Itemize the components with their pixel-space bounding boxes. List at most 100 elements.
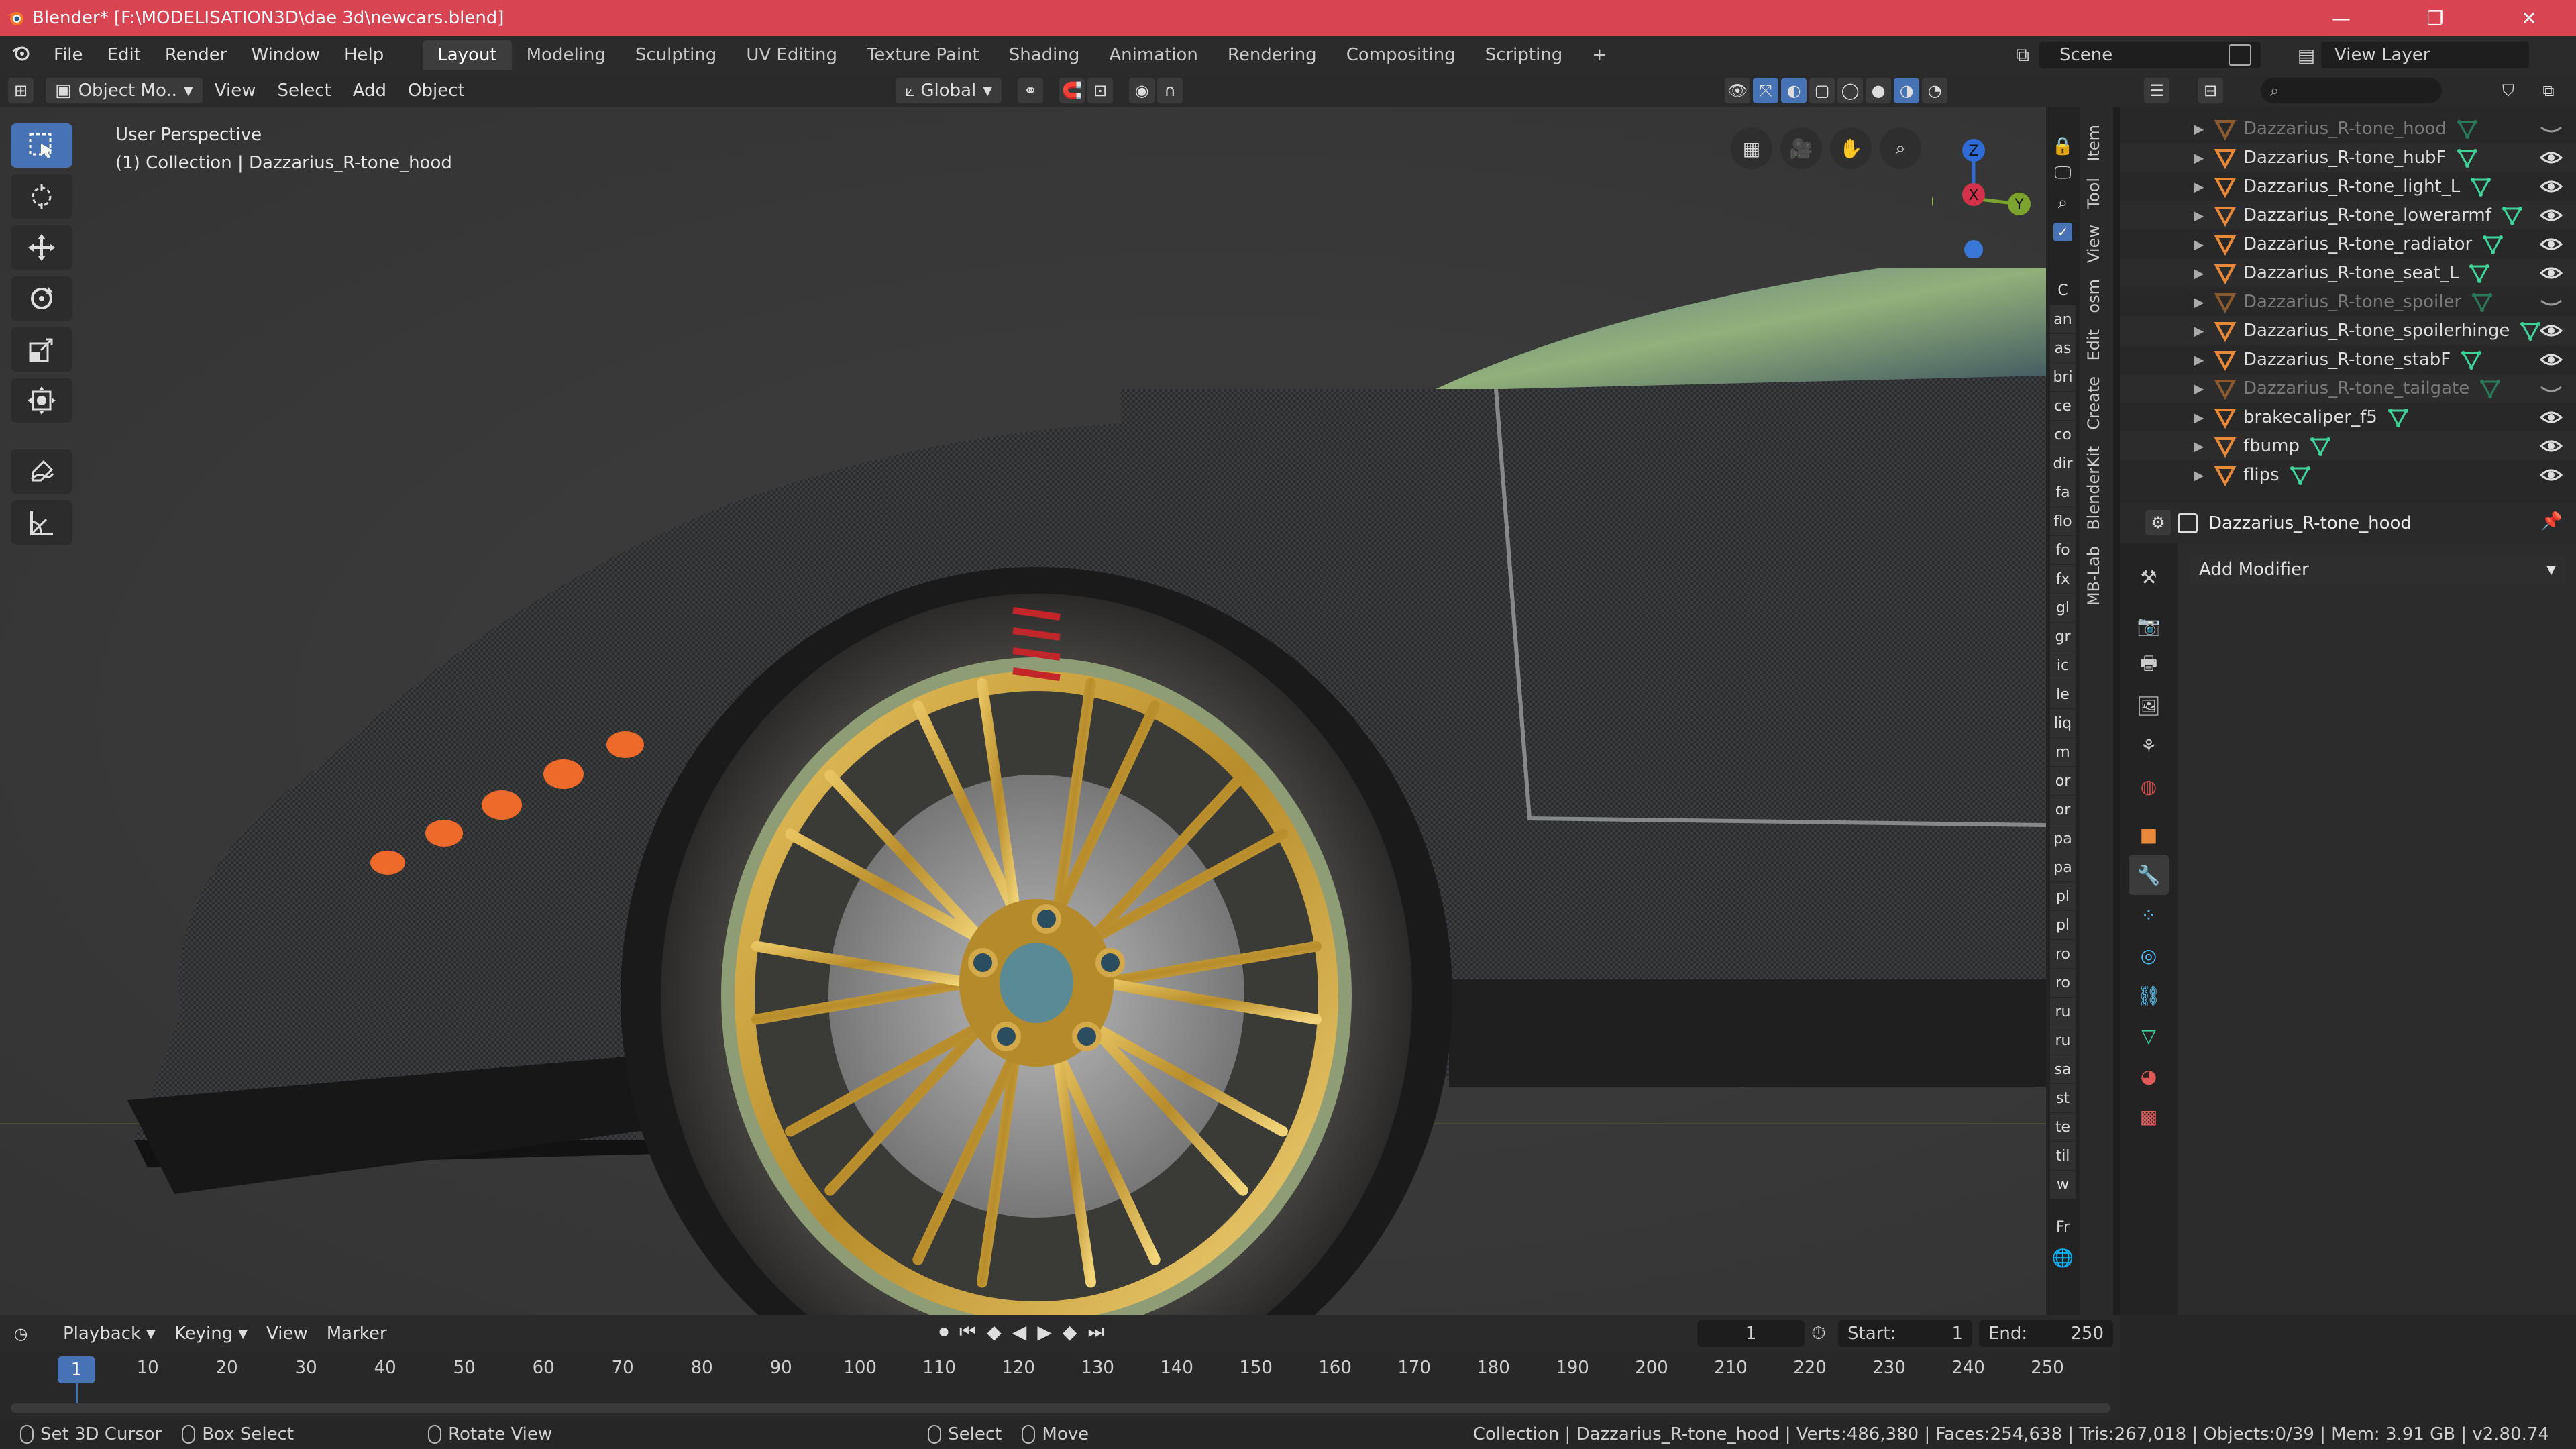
snap-target-icon[interactable]: ⊡ (1087, 78, 1114, 103)
mesh-data-icon[interactable] (2387, 407, 2408, 427)
visibility-icon[interactable]: 👁 (1725, 78, 1751, 103)
close-window-button[interactable]: ✕ (2482, 0, 2576, 36)
mesh-data-icon[interactable] (2290, 465, 2310, 485)
addon-checkbox[interactable]: ✓ (2046, 217, 2080, 247)
expand-arrow-icon[interactable]: ▶ (2194, 409, 2214, 425)
current-frame-field[interactable]: 1 (1697, 1320, 1805, 1347)
workspace-tab-modeling[interactable]: Modeling (512, 40, 621, 70)
sidebar-tab-view[interactable]: View (2084, 218, 2108, 270)
menu-help[interactable]: Help (332, 45, 396, 65)
eye-visible-icon[interactable] (2540, 352, 2563, 368)
transform-orientation-dropdown[interactable]: ⟀ Global ▼ (895, 78, 1002, 103)
3d-viewport[interactable]: User Perspective (1) Collection | Dazzar… (0, 107, 2046, 1315)
viewport-add-menu[interactable]: Add (343, 78, 396, 103)
view-layer-properties-tab[interactable]: 🖼 (2129, 686, 2169, 726)
sidebar-tab-item[interactable]: Item (2084, 118, 2108, 168)
expand-arrow-icon[interactable]: ▶ (2194, 294, 2214, 310)
scale-tool[interactable] (11, 327, 72, 372)
addon-shortcut-item[interactable]: fa (2050, 478, 2076, 507)
select-box-tool[interactable] (11, 123, 72, 168)
end-frame-field[interactable]: End: 250 (1979, 1320, 2113, 1347)
pin-icon[interactable]: 📌 (2541, 511, 2563, 531)
addon-shortcut-item[interactable]: an (2050, 305, 2076, 334)
addon-shortcut-item[interactable]: w (2050, 1171, 2076, 1199)
addon-footer[interactable]: Fr (2050, 1213, 2076, 1242)
eye-visible-icon[interactable] (2540, 150, 2563, 166)
addon-shortcut-item[interactable]: or (2050, 796, 2076, 824)
addon-shortcut-item[interactable]: gr (2050, 623, 2076, 651)
addon-shortcut-item[interactable]: pl (2050, 882, 2076, 911)
object-properties-tab[interactable]: ■ (2129, 814, 2169, 855)
mesh-data-icon[interactable] (2480, 378, 2501, 398)
workspace-tab-rendering[interactable]: Rendering (1213, 40, 1332, 70)
addon-shortcut-item[interactable]: ru (2050, 998, 2076, 1026)
timeline-ruler[interactable]: 1 10 20 30 40 50 60 70 80 90 100 110 120 130 140 150 160… (0, 1352, 2120, 1419)
addon-search-icon[interactable]: ⌕ (2046, 188, 2080, 217)
eye-hidden-icon[interactable] (2540, 121, 2563, 137)
rotate-tool[interactable] (11, 276, 72, 321)
navigation-gizmo[interactable]: Z Y X (1932, 123, 2039, 258)
menu-window[interactable]: Window (239, 45, 332, 65)
move-tool[interactable] (11, 225, 72, 270)
expand-arrow-icon[interactable]: ▶ (2194, 380, 2214, 396)
mesh-data-icon[interactable] (2457, 148, 2477, 168)
scene-selector-icon[interactable]: ⧉ (2009, 42, 2036, 68)
gizmo-toggle-icon[interactable]: ⤧ (1753, 78, 1779, 103)
outliner-row[interactable]: ▶ Dazzarius_R-tone_light_L (2120, 172, 2576, 201)
mesh-data-icon[interactable] (2457, 119, 2477, 139)
ortho-toggle-button[interactable]: ▦ (1731, 127, 1772, 169)
menu-file[interactable]: File (42, 45, 95, 65)
eye-visible-icon[interactable] (2540, 323, 2563, 339)
sidebar-tab-osm[interactable]: osm (2084, 272, 2108, 320)
mesh-data-icon[interactable] (2472, 292, 2493, 312)
addon-shortcut-item[interactable]: te (2050, 1113, 2076, 1142)
mesh-data-icon[interactable] (2461, 350, 2482, 370)
timeline-marker-menu[interactable]: Marker (317, 1321, 396, 1346)
measure-tool[interactable] (11, 500, 72, 545)
transform-tool[interactable] (11, 378, 72, 423)
constraints-properties-tab[interactable]: ⛓ (2129, 975, 2169, 1016)
expand-arrow-icon[interactable]: ▶ (2194, 265, 2214, 281)
use-preview-range-icon[interactable]: ⏱ (1811, 1322, 1826, 1344)
addon-shortcut-item[interactable]: ro (2050, 969, 2076, 998)
addon-shortcut-item[interactable]: ro (2050, 940, 2076, 969)
display-mode-icon[interactable]: ⊟ (2198, 78, 2223, 103)
outliner-row[interactable]: ▶ Dazzarius_R-tone_hubF (2120, 143, 2576, 172)
eye-visible-icon[interactable] (2540, 438, 2563, 454)
play-button[interactable]: ▶ (1037, 1321, 1052, 1343)
scene-name-field[interactable]: Scene (2039, 42, 2261, 68)
snap-icon[interactable]: 🧲 (1059, 78, 1085, 103)
filter-icon[interactable]: ⛉ (2496, 78, 2521, 103)
prev-keyframe-button[interactable]: ◆ (987, 1321, 1002, 1343)
physics-properties-tab[interactable]: ◎ (2129, 935, 2169, 975)
addon-shortcut-item[interactable]: ce (2050, 392, 2076, 421)
pan-view-button[interactable]: ✋ (1830, 127, 1872, 169)
timeline-keying-menu[interactable]: Keying ▼ (165, 1321, 257, 1346)
expand-arrow-icon[interactable]: ▶ (2194, 323, 2214, 339)
proportional-edit-icon[interactable]: ◉ (1129, 78, 1155, 103)
minimize-button[interactable]: — (2294, 0, 2388, 36)
addon-display-icon[interactable]: 🖵 (2046, 158, 2080, 188)
editor-type-icon[interactable]: ⊞ (8, 78, 34, 103)
expand-arrow-icon[interactable]: ▶ (2194, 150, 2214, 166)
jump-end-button[interactable]: ⏭ (1087, 1320, 1104, 1343)
expand-arrow-icon[interactable]: ▶ (2194, 352, 2214, 368)
mesh-data-icon[interactable] (2310, 436, 2330, 456)
menu-render[interactable]: Render (153, 45, 239, 65)
new-scene-icon[interactable] (2229, 44, 2251, 66)
outliner-row[interactable]: ▶ Dazzarius_R-tone_tailgate (2120, 374, 2576, 402)
addon-globe-icon[interactable]: 🌐 (2046, 1242, 2080, 1275)
outliner-row[interactable]: ▶ Dazzarius_R-tone_stabF (2120, 345, 2576, 374)
addon-shortcut-item[interactable]: pa (2050, 853, 2076, 882)
sidebar-tab-edit[interactable]: Edit (2084, 323, 2108, 367)
addon-shortcut-item[interactable]: til (2050, 1142, 2076, 1171)
camera-view-button[interactable]: 🎥 (1780, 127, 1822, 169)
addon-shortcut-item[interactable]: fx (2050, 565, 2076, 594)
output-properties-tab[interactable]: 🖶 (2129, 645, 2169, 686)
addon-shortcut-item[interactable]: co (2050, 421, 2076, 449)
addon-shortcut-item[interactable]: pl (2050, 911, 2076, 940)
properties-editor-type-icon[interactable]: ⚙ (2145, 510, 2171, 535)
outliner-row[interactable]: ▶ Dazzarius_R-tone_spoiler (2120, 287, 2576, 316)
outliner-row[interactable]: ▶ fbump (2120, 431, 2576, 460)
addon-shortcut-item[interactable]: st (2050, 1084, 2076, 1113)
